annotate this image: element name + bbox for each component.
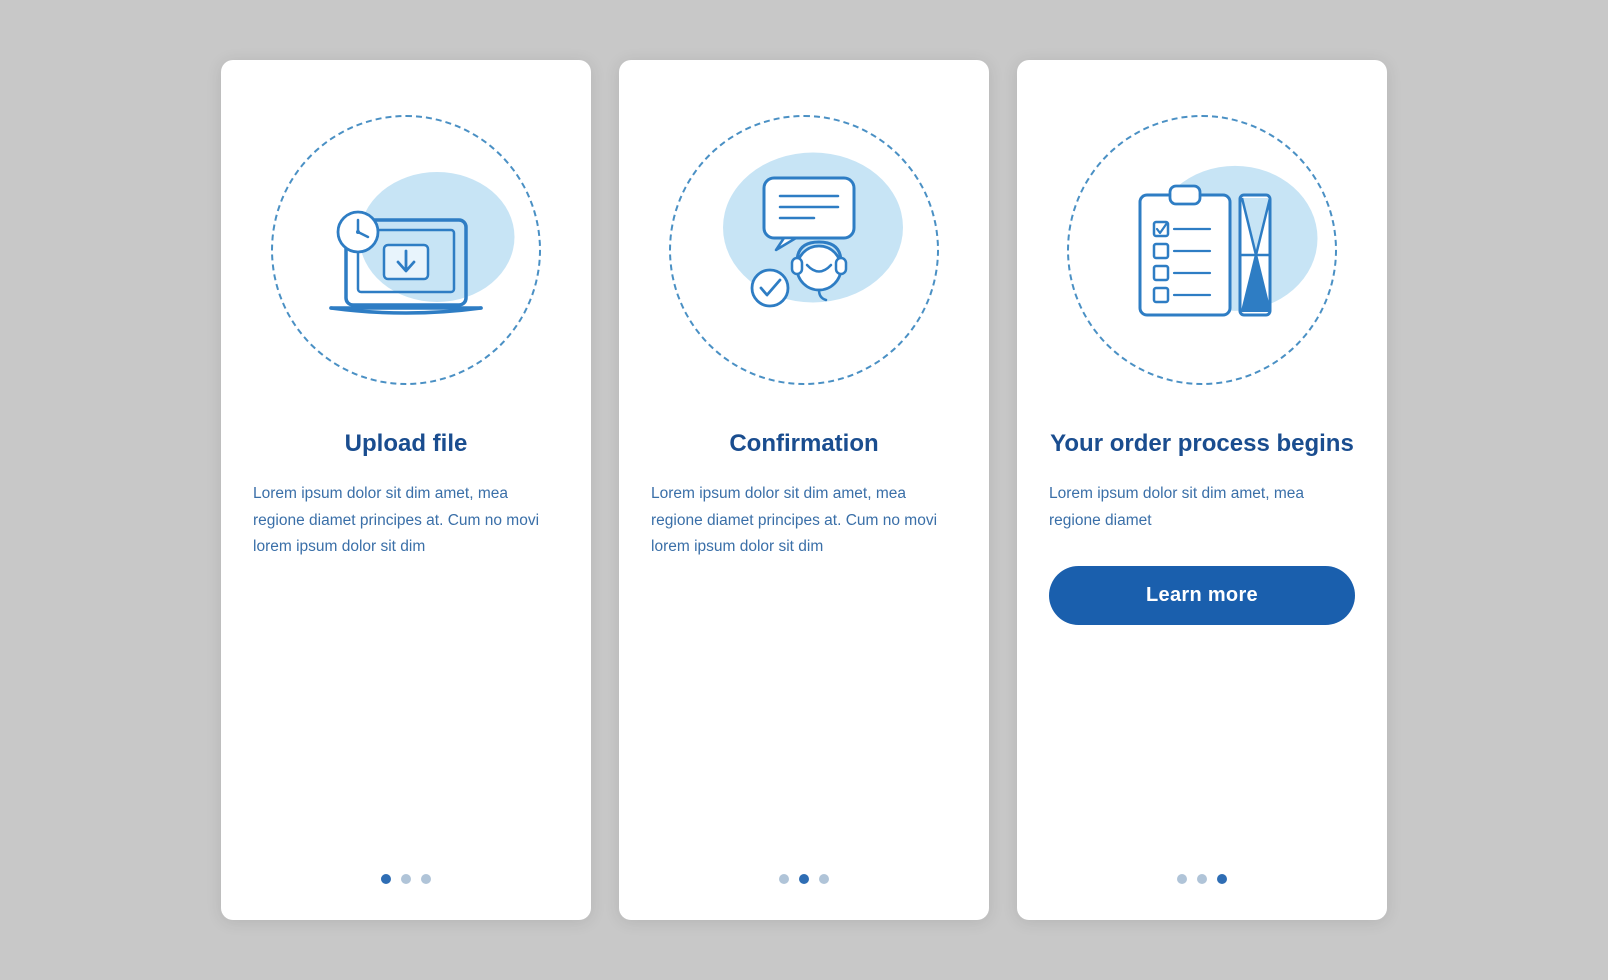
dot-3-upload (421, 874, 431, 884)
dot-1-confirmation (779, 874, 789, 884)
card-title-confirmation: Confirmation (729, 428, 878, 459)
icon-wrapper-confirmation (651, 100, 957, 400)
dots-order (1177, 858, 1227, 884)
dot-2-confirmation (799, 874, 809, 884)
cards-container: Upload file Lorem ipsum dolor sit dim am… (221, 60, 1387, 920)
learn-more-button[interactable]: Learn more (1049, 566, 1355, 625)
card-text-confirmation: Lorem ipsum dolor sit dim amet, mea regi… (651, 481, 957, 560)
dot-3-order (1217, 874, 1227, 884)
order-process-icon (1102, 150, 1302, 350)
dots-confirmation (779, 858, 829, 884)
card-upload-file: Upload file Lorem ipsum dolor sit dim am… (221, 60, 591, 920)
card-title-upload: Upload file (345, 428, 468, 459)
dot-2-upload (401, 874, 411, 884)
dot-2-order (1197, 874, 1207, 884)
card-text-upload: Lorem ipsum dolor sit dim amet, mea regi… (253, 481, 559, 560)
confirmation-icon (704, 150, 904, 350)
illustration-order (1049, 100, 1355, 400)
icon-wrapper-order (1049, 100, 1355, 400)
illustration-upload (253, 100, 559, 400)
dot-1-order (1177, 874, 1187, 884)
card-order-process: Your order process begins Lorem ipsum do… (1017, 60, 1387, 920)
dots-upload (381, 858, 431, 884)
card-text-order: Lorem ipsum dolor sit dim amet, mea regi… (1049, 481, 1355, 534)
card-title-order: Your order process begins (1050, 428, 1354, 459)
dot-3-confirmation (819, 874, 829, 884)
illustration-confirmation (651, 100, 957, 400)
card-confirmation: Confirmation Lorem ipsum dolor sit dim a… (619, 60, 989, 920)
upload-file-icon (306, 150, 506, 350)
icon-wrapper-upload (253, 100, 559, 400)
dot-1-upload (381, 874, 391, 884)
